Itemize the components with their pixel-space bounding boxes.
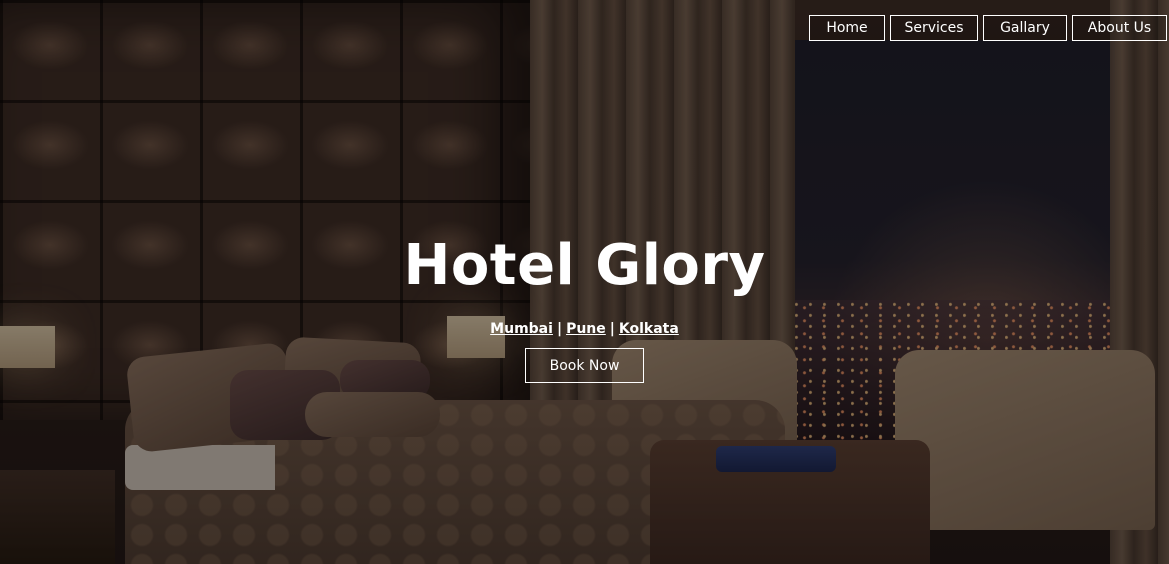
nav-gallery-button[interactable]: Gallary (983, 15, 1067, 41)
location-separator: | (609, 321, 615, 337)
location-link-mumbai[interactable]: Mumbai (490, 321, 553, 337)
hotel-title: Hotel Glory (403, 233, 766, 298)
book-now-button[interactable]: Book Now (525, 348, 644, 383)
nav-about-button[interactable]: About Us (1072, 15, 1167, 41)
location-separator: | (556, 321, 563, 337)
nav-home-button[interactable]: Home (809, 15, 885, 41)
top-nav: Home Services Gallary About Us (809, 15, 1167, 41)
location-links: Mumbai | Pune | Kolkata (0, 321, 1169, 337)
location-link-pune[interactable]: Pune (566, 321, 606, 337)
hero-content: Hotel Glory Mumbai | Pune | Kolkata Book Now (0, 233, 1169, 383)
nav-services-button[interactable]: Services (890, 15, 978, 41)
location-link-kolkata[interactable]: Kolkata (619, 321, 679, 337)
